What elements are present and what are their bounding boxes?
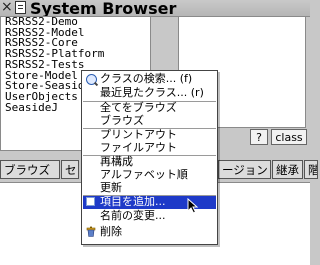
menu-item-printout[interactable]: プリントアウト xyxy=(83,128,216,142)
menu-item-label: 項目を追加... xyxy=(100,195,166,208)
close-icon[interactable]: × xyxy=(1,0,13,14)
menu-item-label: 再構成 xyxy=(100,155,133,168)
context-menu: クラスの検索... (f) 最近見たクラス... (r) 全てをブラウズ ブラウ… xyxy=(81,70,218,245)
menu-item-label: 削除 xyxy=(100,225,122,238)
menu-item-browse[interactable]: ブラウズ xyxy=(83,114,216,128)
menu-item-label: 更新 xyxy=(100,181,122,194)
menu-item-fileout[interactable]: ファイルアウト xyxy=(83,141,216,155)
query-button[interactable]: ? xyxy=(250,129,268,145)
menu-item-label: 名前の変更... xyxy=(100,209,166,222)
menu-item-label: 全てをブラウズ xyxy=(100,101,177,114)
tab-hierarchy[interactable]: 階 xyxy=(304,160,318,179)
menu-item-delete[interactable]: 削除 xyxy=(83,225,216,239)
menu-item-find-class[interactable]: クラスの検索... (f) xyxy=(83,72,216,86)
tab-versions[interactable]: ージョン xyxy=(218,160,271,179)
window-menu-icon[interactable] xyxy=(15,1,26,14)
mouse-cursor-icon xyxy=(187,198,199,214)
menu-item-reorganize[interactable]: 再構成 xyxy=(83,155,216,169)
menu-item-alphabetize[interactable]: アルファベット順 xyxy=(83,168,216,182)
tab-senders[interactable]: セ xyxy=(61,160,79,179)
menu-item-label: アルファベット順 xyxy=(100,168,188,181)
menu-item-label: ブラウズ xyxy=(100,114,144,127)
menu-item-browse-all[interactable]: 全てをブラウズ xyxy=(83,101,216,115)
menu-item-recent-classes[interactable]: 最近見たクラス... (r) xyxy=(83,86,216,100)
tab-inheritance[interactable]: 継承 xyxy=(272,160,303,179)
menu-item-label: プリントアウト xyxy=(100,128,177,141)
menu-item-label: クラスの検索... (f) xyxy=(100,72,193,85)
tab-browse[interactable]: ブラウズ xyxy=(0,160,60,179)
class-toggle-button[interactable]: class xyxy=(271,129,307,145)
menu-item-label: ファイルアウト xyxy=(100,141,177,154)
menu-item-label: 最近見たクラス... (r) xyxy=(100,86,204,99)
menu-item-update[interactable]: 更新 xyxy=(83,181,216,195)
search-icon xyxy=(86,74,97,85)
trash-icon xyxy=(86,226,96,237)
add-item-icon xyxy=(86,197,95,206)
